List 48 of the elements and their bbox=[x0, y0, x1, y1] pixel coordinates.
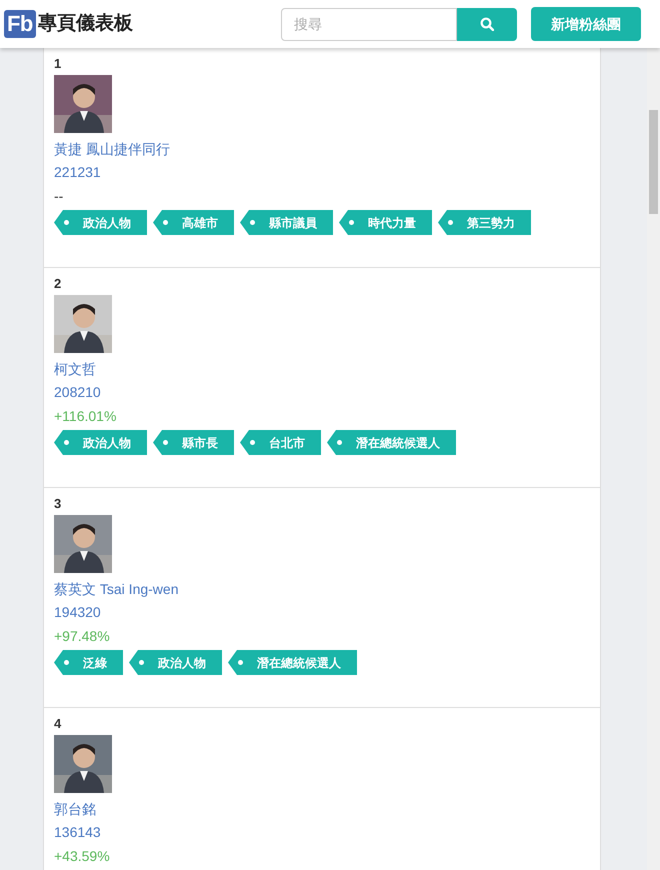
tag[interactable]: 政治人物 bbox=[54, 430, 147, 455]
dot-icon bbox=[250, 220, 255, 225]
fan-count: 221231 bbox=[54, 163, 102, 182]
page-name-link[interactable]: 黃捷 鳳山捷伴同行 bbox=[54, 137, 170, 161]
scrollbar-thumb[interactable] bbox=[649, 110, 658, 214]
tag[interactable]: 第三勢力 bbox=[438, 210, 531, 235]
growth-rate: +97.48% bbox=[54, 627, 111, 646]
fan-count: 208210 bbox=[54, 383, 102, 402]
dot-icon bbox=[349, 220, 354, 225]
rank-number: 1 bbox=[54, 55, 62, 73]
page-name-link[interactable]: 郭台銘 bbox=[54, 797, 96, 821]
search-button[interactable] bbox=[457, 8, 517, 40]
growth-rate: +43.59% bbox=[54, 847, 111, 866]
dot-icon bbox=[448, 220, 453, 225]
dot-icon bbox=[64, 660, 69, 665]
tag[interactable]: 時代力量 bbox=[339, 210, 432, 235]
page-name-link[interactable]: 柯文哲 bbox=[54, 357, 96, 381]
dot-icon bbox=[337, 440, 342, 445]
tag[interactable]: 泛綠 bbox=[54, 650, 123, 675]
add-page-button[interactable]: 新增粉絲團 bbox=[531, 7, 641, 41]
fan-count: 136143 bbox=[54, 823, 102, 842]
tag[interactable]: 台北市 bbox=[240, 430, 321, 455]
fan-count: 194320 bbox=[54, 603, 102, 622]
dot-icon bbox=[250, 440, 255, 445]
app-title: 專頁儀表板 bbox=[38, 12, 133, 36]
dot-icon bbox=[238, 660, 243, 665]
search-field[interactable]: 搜尋 bbox=[281, 8, 457, 40]
tag[interactable]: 政治人物 bbox=[129, 650, 222, 675]
tag[interactable]: 潛在總統候選人 bbox=[327, 430, 456, 455]
tag[interactable]: 高雄市 bbox=[153, 210, 234, 235]
dot-icon bbox=[163, 440, 168, 445]
rank-number: 4 bbox=[54, 715, 62, 733]
tag[interactable]: 縣市長 bbox=[153, 430, 234, 455]
tag[interactable]: 潛在總統候選人 bbox=[228, 650, 357, 675]
logo[interactable]: Fb bbox=[4, 10, 36, 38]
rank-number: 2 bbox=[54, 275, 62, 293]
growth-rate: -- bbox=[54, 187, 64, 206]
page-name-link[interactable]: 蔡英文 Tsai Ing-wen bbox=[54, 577, 178, 601]
growth-rate: +116.01% bbox=[54, 407, 118, 426]
tag[interactable]: 政治人物 bbox=[54, 210, 147, 235]
tag[interactable]: 縣市議員 bbox=[240, 210, 333, 235]
dot-icon bbox=[163, 220, 168, 225]
dot-icon bbox=[139, 660, 144, 665]
dot-icon bbox=[64, 440, 69, 445]
search-icon bbox=[480, 17, 494, 31]
scrollbar[interactable] bbox=[647, 48, 660, 870]
rank-number: 3 bbox=[54, 495, 62, 513]
dot-icon bbox=[64, 220, 69, 225]
